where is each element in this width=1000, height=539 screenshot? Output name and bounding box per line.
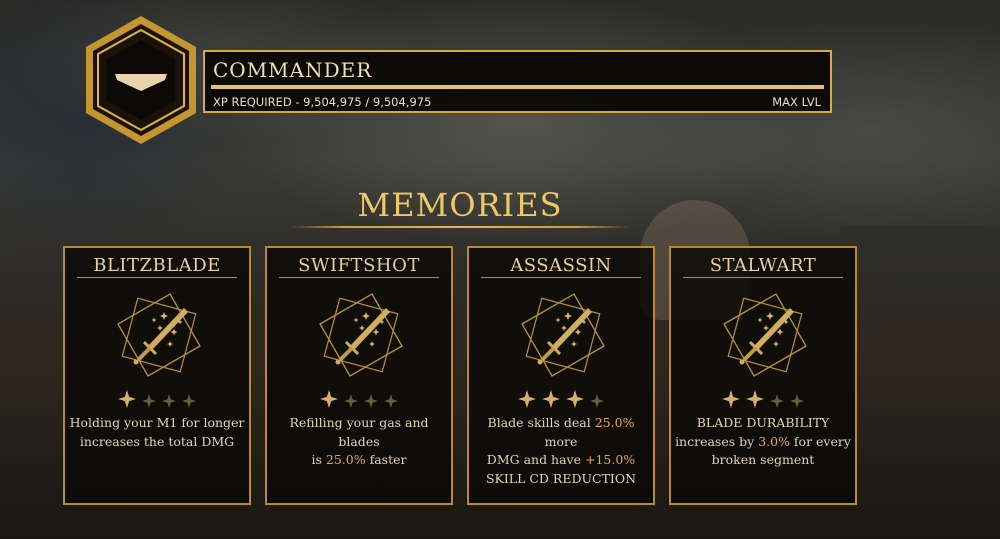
star-empty-icon [590, 394, 604, 408]
memory-description-line: increases the total DMG [69, 433, 245, 452]
memory-name: STALWART [709, 255, 817, 276]
memory-description-line: Blade skills deal 25.0% more [473, 414, 649, 451]
memory-card-stalwart[interactable]: STALWART BLADE DURABILITY increases by 3.0… [669, 246, 857, 505]
memory-text: Blade skills deal [487, 415, 595, 430]
memory-text: increases the total DMG [79, 433, 235, 449]
memory-description: BLADE DURABILITY increases by 3.0% for ev… [675, 414, 851, 470]
star-filled-icon [566, 390, 584, 408]
rank-panel: COMMANDER XP REQUIRED - 9,504,975 / 9,50… [203, 50, 832, 113]
memory-text: faster [365, 452, 407, 467]
memory-description-line: increases by 3.0% for every [675, 433, 851, 452]
section-divider [290, 226, 630, 228]
memory-text: DMG and have [486, 452, 585, 467]
dagger-emblem-icon [117, 293, 201, 377]
memory-star-rating [469, 390, 653, 408]
star-empty-icon [790, 394, 804, 408]
memory-text: more [544, 433, 578, 449]
memory-star-rating [267, 390, 451, 408]
memory-name-divider [77, 277, 237, 278]
memory-text: BLADE DURABILITY [696, 415, 830, 430]
star-empty-icon [770, 394, 784, 408]
star-empty-icon [182, 394, 196, 408]
memory-star-rating [671, 390, 855, 408]
memory-name: ASSASSIN [510, 255, 612, 276]
memory-name: BLITZBLADE [93, 255, 221, 276]
background-building [840, 225, 1000, 285]
dagger-emblem-icon [319, 293, 403, 377]
rank-title: COMMANDER [213, 58, 373, 82]
memory-stat-value: +15.0% [585, 452, 636, 467]
memory-name: SWIFTSHOT [298, 255, 420, 276]
section-title: MEMORIES [357, 186, 563, 224]
memory-description-line: SKILL CD REDUCTION [473, 470, 649, 489]
star-empty-icon [162, 394, 176, 408]
memory-stat-value: 25.0% [594, 415, 635, 430]
star-filled-icon [320, 390, 338, 408]
memory-description-line: broken segment [675, 451, 851, 470]
memory-description: Blade skills deal 25.0% more DMG and have… [473, 414, 649, 488]
memory-card-swiftshot[interactable]: SWIFTSHOT Refilling your gas and blades is… [265, 246, 453, 505]
memory-text: Refilling your gas and blades [289, 415, 429, 449]
star-filled-icon [542, 390, 560, 408]
xp-required-text: XP REQUIRED - 9,504,975 / 9,504,975 [213, 95, 432, 109]
dagger-emblem-icon [723, 293, 807, 377]
star-filled-icon [722, 390, 740, 408]
star-filled-icon [518, 390, 536, 408]
memory-name-divider [481, 277, 641, 278]
star-filled-icon [118, 390, 136, 408]
memory-text: is [311, 452, 326, 467]
memory-card-assassin[interactable]: ASSASSIN Blade skills deal 25.0% more DMG … [467, 246, 655, 505]
memory-description: Holding your M1 for longer increases the … [69, 414, 245, 451]
memory-card-blitzblade[interactable]: BLITZBLADE Holding your M1 for longer incr… [63, 246, 251, 505]
memory-description-line: DMG and have +15.0% [473, 451, 649, 470]
memory-description: Refilling your gas and blades is 25.0% fa… [271, 414, 447, 470]
star-empty-icon [142, 394, 156, 408]
memory-text: SKILL CD REDUCTION [485, 470, 637, 486]
memory-description-line: BLADE DURABILITY [675, 414, 851, 433]
star-filled-icon [746, 390, 764, 408]
memory-star-rating [65, 390, 249, 408]
memory-name-divider [279, 277, 439, 278]
memory-description-line: Holding your M1 for longer [69, 414, 245, 433]
max-level-label: MAX LVL [772, 95, 821, 109]
memory-name-divider [683, 277, 843, 278]
dagger-emblem-icon [521, 293, 605, 377]
memory-text: Holding your M1 for longer [69, 415, 245, 430]
xp-progress-bar [211, 85, 824, 89]
star-empty-icon [384, 394, 398, 408]
memory-description-line: Refilling your gas and blades [271, 414, 447, 451]
star-empty-icon [344, 394, 358, 408]
memory-stat-value: 25.0% [325, 452, 366, 467]
memory-description-line: is 25.0% faster [271, 451, 447, 470]
memory-stat-value: 3.0% [758, 433, 790, 449]
memory-text: increases by [675, 433, 759, 449]
memory-text: for every [789, 433, 851, 449]
rank-badge-icon [86, 16, 196, 144]
star-empty-icon [364, 394, 378, 408]
memory-text: broken segment [711, 452, 815, 467]
